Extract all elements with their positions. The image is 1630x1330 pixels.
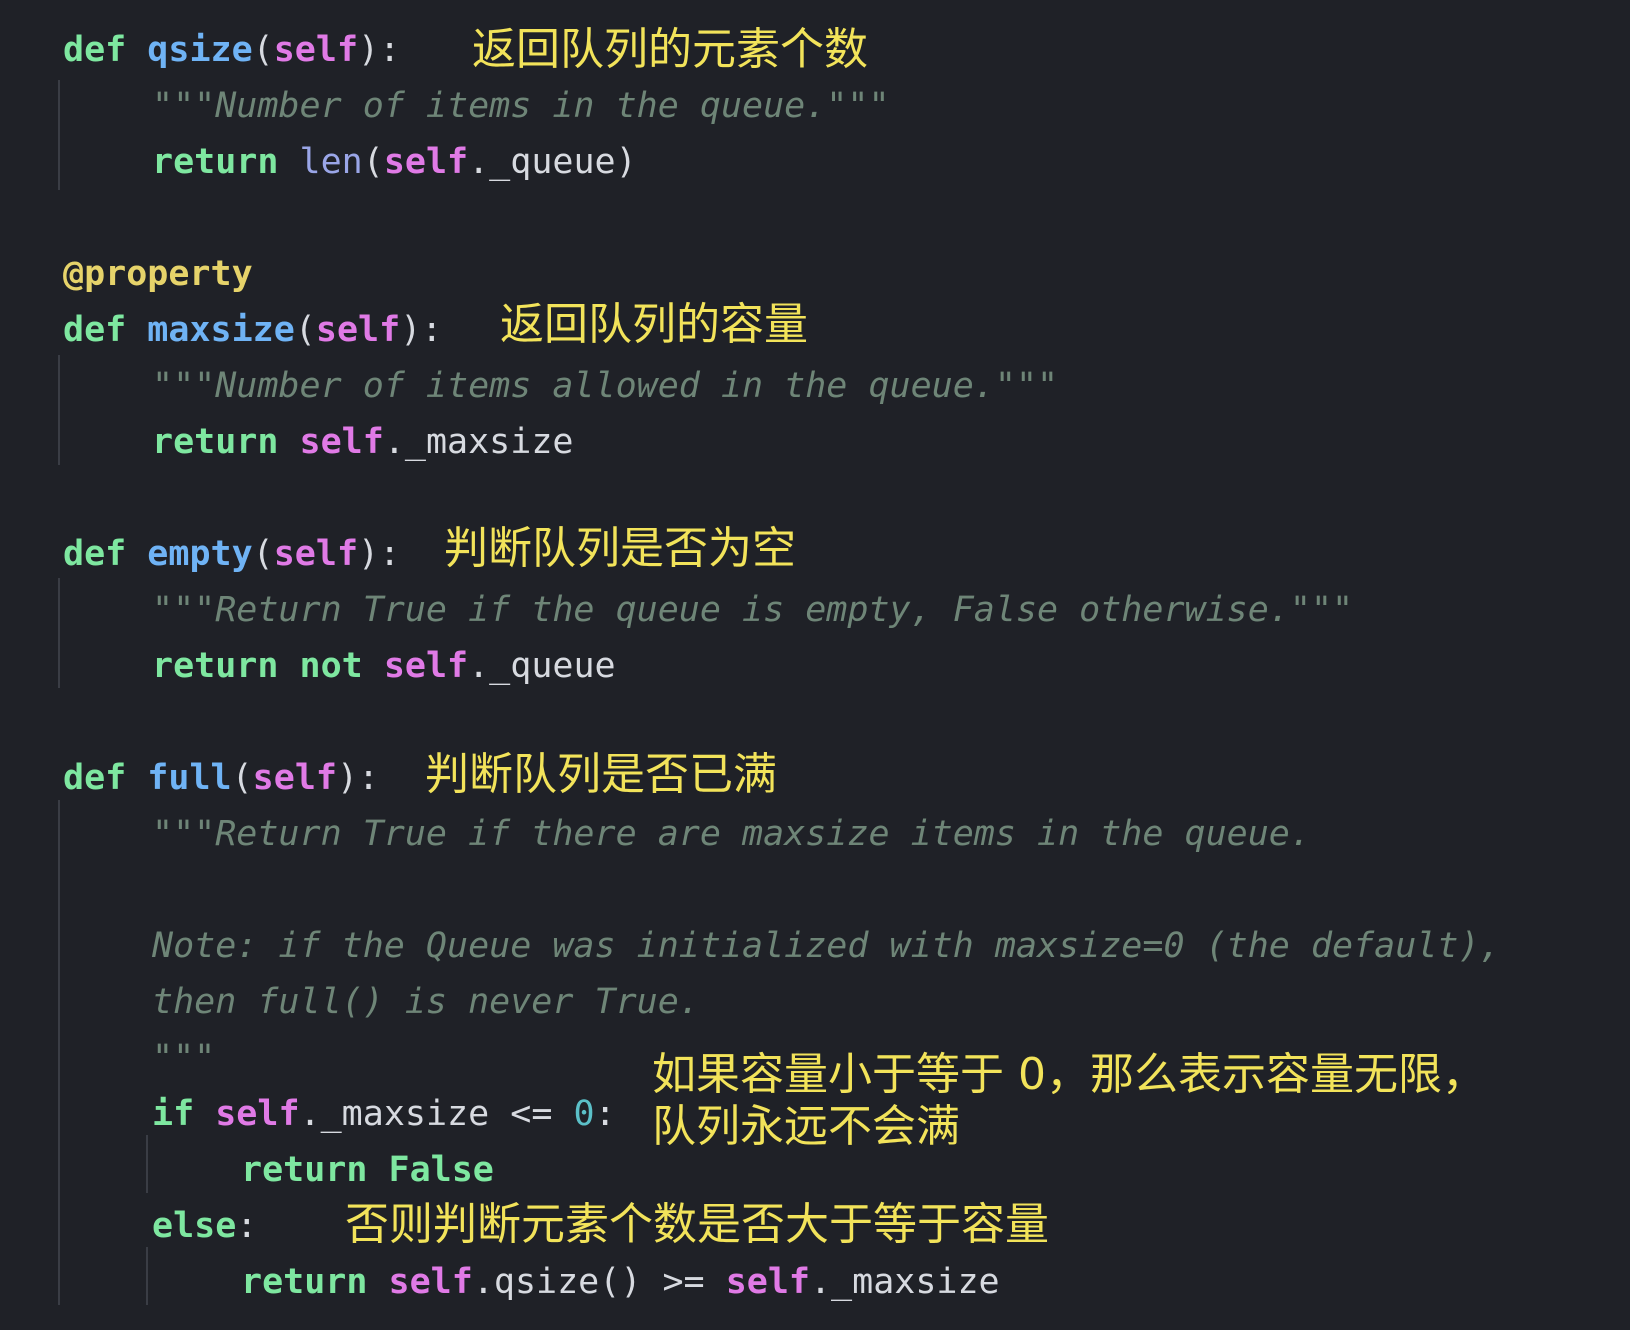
number-literal: 0 xyxy=(573,1094,595,1134)
docstring-maxsize: """Number of items allowed in the queue.… xyxy=(152,366,1059,406)
attribute-maxsize: ._maxsize xyxy=(299,1094,490,1134)
attribute-maxsize: ._maxsize xyxy=(809,1262,1000,1302)
annotation-if-line1: 如果容量小于等于 0，那么表示容量无限， xyxy=(652,1049,1486,1100)
attribute-queue: ._queue xyxy=(468,142,616,182)
method-call-qsize: .qsize() xyxy=(472,1262,642,1302)
keyword-return: return xyxy=(152,646,279,686)
code-line: return self.qsize() >= self._maxsize xyxy=(241,1254,1000,1310)
operator-lte: <= xyxy=(489,1094,574,1134)
indent-guide xyxy=(58,355,60,465)
attribute-queue: ._queue xyxy=(468,646,616,686)
code-line: return len(self._queue) xyxy=(152,142,637,182)
annotation-maxsize: 返回队列的容量 xyxy=(500,299,808,350)
keyword-return: return xyxy=(241,1150,368,1190)
builtin-len: len xyxy=(299,142,363,182)
function-name-full: full xyxy=(147,758,232,798)
self-keyword: self xyxy=(273,534,359,574)
code-line: return self._maxsize xyxy=(152,414,573,470)
annotation-if-line2: 队列永远不会满 xyxy=(652,1101,960,1152)
keyword-def: def xyxy=(63,534,127,574)
code-line: def qsize(self): xyxy=(63,30,401,70)
docstring-full-line2: Note: if the Queue was initialized with … xyxy=(152,926,1501,966)
code-line: def maxsize(self): xyxy=(63,310,443,350)
self-keyword: self xyxy=(383,646,469,686)
code-line: else: xyxy=(152,1206,258,1246)
docstring-full-line4: """ xyxy=(152,1038,216,1078)
keyword-return: return xyxy=(241,1262,368,1302)
attribute-maxsize: ._maxsize xyxy=(383,422,574,462)
docstring-empty: """Return True if the queue is empty, Fa… xyxy=(152,590,1354,630)
keyword-else: else xyxy=(152,1206,237,1246)
keyword-false: False xyxy=(388,1150,494,1190)
decorator-property: @property xyxy=(63,254,253,294)
self-keyword: self xyxy=(299,422,384,462)
code-editor: def qsize(self): 返回队列的元素个数 """Number of … xyxy=(0,0,1630,1330)
code-line: def empty(self): xyxy=(63,534,401,574)
self-keyword: self xyxy=(252,758,337,798)
indent-guide xyxy=(146,1135,148,1193)
annotation-else: 否则判断元素个数是否大于等于容量 xyxy=(345,1199,1049,1250)
self-keyword: self xyxy=(725,1262,810,1302)
code-line: return False xyxy=(241,1142,494,1198)
annotation-qsize: 返回队列的元素个数 xyxy=(472,24,868,75)
keyword-if: if xyxy=(152,1094,195,1134)
code-line: if self._maxsize <= 0: xyxy=(152,1094,616,1134)
docstring-full-line1: """Return True if there are maxsize item… xyxy=(152,814,1311,854)
keyword-return: return xyxy=(152,142,279,182)
self-keyword: self xyxy=(388,1262,473,1302)
keyword-def: def xyxy=(63,310,127,350)
indent-guide xyxy=(58,80,60,190)
indent-guide xyxy=(58,578,60,688)
self-keyword: self xyxy=(273,30,359,70)
self-keyword: self xyxy=(315,310,401,350)
keyword-def: def xyxy=(63,758,127,798)
self-keyword: self xyxy=(215,1094,300,1134)
keyword-return: return xyxy=(152,422,279,462)
indent-guide xyxy=(58,800,60,1305)
annotation-empty: 判断队列是否为空 xyxy=(444,523,796,574)
function-name-maxsize: maxsize xyxy=(147,310,295,350)
keyword-def: def xyxy=(63,30,127,70)
self-keyword: self xyxy=(383,142,469,182)
function-name-qsize: qsize xyxy=(147,30,253,70)
code-line: def full(self): xyxy=(63,758,380,798)
indent-guide xyxy=(146,1247,148,1305)
operator-gte: >= xyxy=(641,1262,726,1302)
code-line: return not self._queue xyxy=(152,638,616,694)
docstring-full-line3: then full() is never True. xyxy=(152,982,700,1022)
keyword-not: not xyxy=(299,646,363,686)
annotation-full: 判断队列是否已满 xyxy=(425,749,777,800)
function-name-empty: empty xyxy=(147,534,253,574)
docstring-qsize: """Number of items in the queue.""" xyxy=(152,86,890,126)
